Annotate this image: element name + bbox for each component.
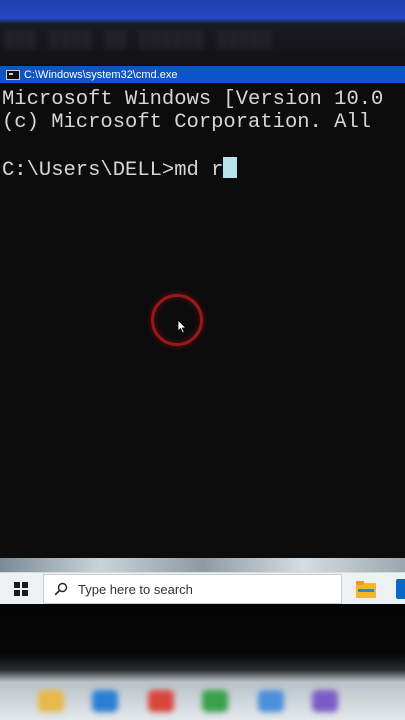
console-line-version: Microsoft Windows [Version 10.0 — [2, 88, 384, 111]
search-input[interactable] — [78, 581, 341, 597]
window-title: C:\Windows\system32\cmd.exe — [24, 68, 178, 81]
blurred-word-icon — [258, 690, 284, 712]
blurred-top-area: ▒▒▒ ▒▒▒▒ ▒▒ ▒▒▒▒▒▒ ▒▒▒▒▒ — [0, 0, 405, 66]
console-line-copyright: (c) Microsoft Corporation. All — [2, 111, 372, 134]
cmd-title-bar[interactable]: C:\Windows\system32\cmd.exe — [0, 66, 405, 83]
file-explorer-button[interactable] — [354, 577, 378, 601]
microsoft-store-button[interactable] — [396, 577, 405, 601]
blurred-chrome-icon — [148, 690, 174, 712]
cmd-icon — [6, 69, 20, 80]
desktop-wallpaper-strip — [0, 558, 405, 572]
blurred-excel-icon — [202, 690, 228, 712]
taskbar — [0, 572, 405, 605]
start-button[interactable] — [0, 573, 42, 605]
microsoft-store-icon — [396, 579, 405, 599]
blurred-browser-icon — [92, 690, 118, 712]
search-icon — [54, 582, 68, 596]
blurred-app-icon — [312, 690, 338, 712]
text-cursor — [223, 157, 238, 178]
windows-logo-icon — [14, 582, 28, 596]
blurred-ghost-text: ▒▒▒ ▒▒▒▒ ▒▒ ▒▒▒▒▒▒ ▒▒▒▒▒ — [4, 32, 273, 51]
mouse-pointer-icon — [177, 319, 187, 334]
taskbar-search-box[interactable] — [43, 574, 342, 604]
blurred-folder-icon — [38, 690, 64, 712]
console-prompt-line[interactable]: C:\Users\DELL>md r — [2, 157, 238, 182]
file-explorer-icon — [356, 580, 376, 598]
blurred-bottom-area — [0, 604, 405, 720]
prompt-text: C:\Users\DELL>md r — [2, 159, 224, 182]
